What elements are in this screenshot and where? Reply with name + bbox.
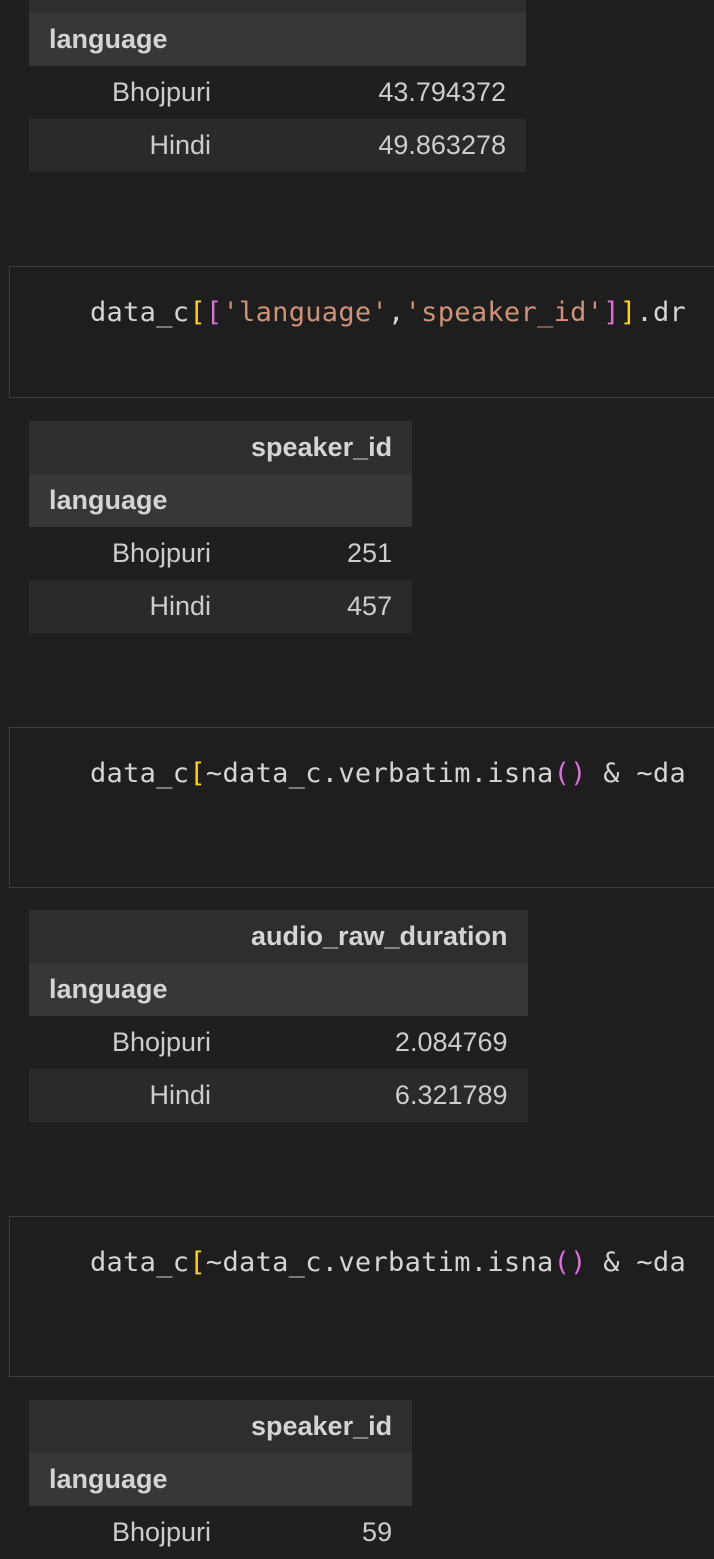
bracket: ] — [619, 297, 637, 328]
table-row: Bhojpuri 2.084769 — [29, 1016, 528, 1069]
table-row: Hindi 6.321789 — [29, 1069, 528, 1122]
index-name: language — [49, 24, 168, 54]
code-line[interactable]: data_c[['language','speaker_id']].dr — [90, 297, 686, 328]
row-label: Bhojpuri — [111, 1027, 211, 1057]
index-header-row: language — [29, 963, 528, 1016]
column-header: audio_raw_duration — [251, 921, 508, 951]
column-header: speaker_id — [251, 432, 393, 462]
code-token: data_c — [90, 758, 190, 789]
row-label: Bhojpuri — [111, 1517, 211, 1547]
row-value: 6.321789 — [394, 1080, 508, 1110]
row-value: 457 — [347, 591, 393, 621]
index-header-row: language — [29, 1453, 413, 1506]
string-literal: 'language' — [222, 297, 389, 328]
bracket: [ — [189, 1247, 206, 1278]
table-row: Hindi 457 — [29, 580, 413, 633]
code-token: .dr — [636, 297, 687, 328]
parentheses: () — [553, 1247, 587, 1278]
string-literal: 'speaker_id' — [404, 297, 604, 328]
row-label: Hindi — [149, 591, 211, 621]
parentheses: () — [553, 758, 587, 789]
column-header: speaker_id — [251, 1411, 393, 1441]
row-value: 59 — [362, 1517, 393, 1547]
code-token: ~data_c.verbatim.isna — [205, 758, 554, 789]
column-header — [231, 0, 526, 13]
bracket: [ — [189, 297, 206, 328]
code-cell-3[interactable]: data_c[~data_c.verbatim.isna() & ~da — [9, 1216, 714, 1377]
index-name: language — [49, 974, 168, 1004]
code-cell-1[interactable]: data_c[['language','speaker_id']].dr — [9, 266, 714, 398]
table-row: Bhojpuri 43.794372 — [29, 66, 526, 119]
row-label: Hindi — [149, 1080, 211, 1110]
code-token: & ~da — [586, 758, 687, 789]
output-table-2: speaker_id language Bhojpuri 251 Hindi 4… — [29, 421, 413, 633]
index-header-row: language — [29, 13, 526, 66]
column-header-row — [29, 0, 526, 13]
table-row: Bhojpuri 59 — [29, 1506, 413, 1559]
row-value: 49.863278 — [378, 130, 506, 160]
row-label: Bhojpuri — [111, 77, 211, 107]
code-line[interactable]: data_c[~data_c.verbatim.isna() & ~da — [90, 758, 686, 789]
column-header-row: speaker_id — [29, 1400, 413, 1453]
bracket: [ — [205, 297, 223, 328]
row-value: 43.794372 — [378, 77, 506, 107]
index-name: language — [49, 485, 168, 515]
row-value: 251 — [347, 538, 393, 568]
code-token: ~data_c.verbatim.isna — [205, 1247, 554, 1278]
row-label: Hindi — [149, 130, 211, 160]
output-table-4: speaker_id language Bhojpuri 59 — [29, 1400, 413, 1559]
output-table-3: audio_raw_duration language Bhojpuri 2.0… — [29, 910, 528, 1122]
bracket: ] — [603, 297, 620, 328]
code-token: & ~da — [586, 1247, 687, 1278]
table-row: Hindi 49.863278 — [29, 119, 526, 172]
table-row: Bhojpuri 251 — [29, 527, 413, 580]
row-value: 2.084769 — [394, 1027, 508, 1057]
output-table-1: language Bhojpuri 43.794372 Hindi 49.863… — [29, 0, 526, 172]
index-name: language — [49, 1464, 168, 1494]
code-line[interactable]: data_c[~data_c.verbatim.isna() & ~da — [90, 1247, 686, 1278]
column-header-row: speaker_id — [29, 421, 413, 474]
bracket: [ — [189, 758, 206, 789]
code-token: data_c — [90, 1247, 190, 1278]
row-label: Bhojpuri — [111, 538, 211, 568]
code-cell-2[interactable]: data_c[~data_c.verbatim.isna() & ~da — [9, 727, 714, 888]
code-token: , — [388, 297, 405, 328]
column-header-row: audio_raw_duration — [29, 910, 528, 963]
index-header-row: language — [29, 474, 413, 527]
code-token: data_c — [90, 297, 190, 328]
